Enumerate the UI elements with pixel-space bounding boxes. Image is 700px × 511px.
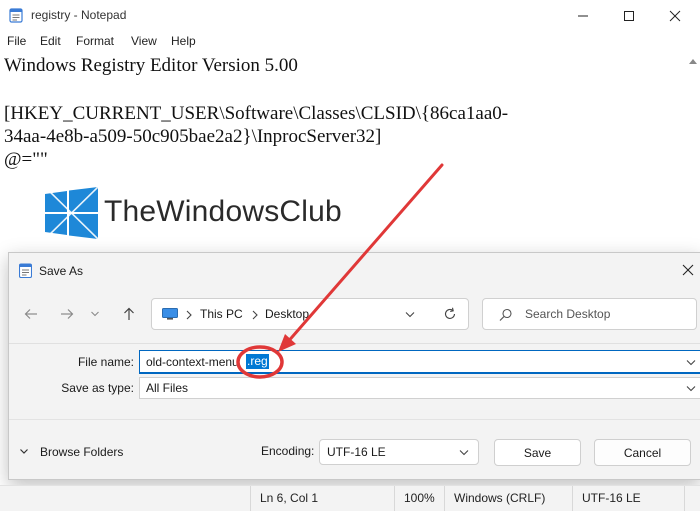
file-name-input[interactable]: old-context-menu .reg [139, 350, 700, 374]
save-as-type-value: All Files [146, 381, 189, 395]
chevron-down-icon [91, 311, 99, 317]
window-title: registry - Notepad [31, 8, 127, 22]
status-position: Ln 6, Col 1 [250, 486, 394, 511]
scroll-up-icon[interactable] [686, 55, 700, 69]
windows-logo-icon [45, 187, 98, 239]
save-as-type-select[interactable]: All Files [139, 377, 700, 399]
text-line-1: Windows Registry Editor Version 5.00 [4, 55, 298, 76]
this-pc-icon [162, 308, 178, 320]
status-line-ending: Windows (CRLF) [444, 486, 572, 511]
chevron-down-icon[interactable] [404, 311, 416, 319]
menu-file[interactable]: File [7, 34, 26, 48]
encoding-label: Encoding: [261, 444, 315, 458]
back-button[interactable] [19, 302, 43, 326]
menu-format[interactable]: Format [76, 34, 114, 48]
save-as-type-label: Save as type: [61, 381, 134, 395]
recent-locations-button[interactable] [87, 302, 103, 326]
menu-view[interactable]: View [131, 34, 157, 48]
up-button[interactable] [117, 302, 141, 326]
breadcrumb-desktop[interactable]: Desktop [265, 307, 309, 321]
close-icon [682, 264, 694, 276]
cancel-button[interactable]: Cancel [594, 439, 691, 466]
text-line-4: 34aa-4e8b-a509-50c905bae2a2}\InprocServe… [4, 126, 382, 147]
notepad-icon [19, 263, 32, 278]
refresh-icon[interactable] [443, 307, 457, 321]
arrow-up-icon [124, 307, 134, 320]
chevron-down-icon [686, 386, 696, 392]
chevron-down-icon [459, 450, 469, 456]
save-button[interactable]: Save [494, 439, 581, 466]
close-window-button[interactable] [652, 0, 698, 31]
dialog-close-button[interactable] [675, 257, 700, 283]
close-icon [669, 10, 681, 21]
maximize-icon [624, 10, 634, 21]
dialog-title: Save As [39, 264, 84, 278]
forward-button[interactable] [55, 302, 79, 326]
minimize-icon [578, 15, 588, 16]
text-line-3: [HKEY_CURRENT_USER\Software\Classes\CLSI… [4, 103, 509, 124]
maximize-button[interactable] [606, 0, 652, 31]
address-bar[interactable]: This PC Desktop [151, 298, 469, 330]
arrow-right-icon [61, 309, 74, 319]
text-line-5: @="" [4, 149, 48, 170]
status-encoding: UTF-16 LE [572, 486, 684, 511]
menu-help[interactable]: Help [171, 34, 196, 48]
search-icon [499, 308, 512, 321]
watermark-text: TheWindowsClub [104, 195, 342, 228]
resize-grip[interactable] [684, 486, 700, 511]
search-box[interactable]: Search Desktop [482, 298, 697, 330]
encoding-select[interactable]: UTF-16 LE [319, 439, 479, 465]
save-as-dialog: Save As This PC Desktop Search Desktop F… [8, 252, 700, 480]
status-bar: Ln 6, Col 1 100% Windows (CRLF) UTF-16 L… [0, 485, 700, 511]
chevron-down-icon [20, 449, 28, 454]
chevron-right-icon [186, 310, 192, 320]
chevron-right-icon [252, 310, 258, 320]
notepad-titlebar: registry - Notepad [0, 0, 700, 31]
file-name-label: File name: [77, 355, 134, 369]
file-name-selected-extension: .reg [246, 354, 269, 369]
menu-edit[interactable]: Edit [40, 34, 61, 48]
encoding-value: UTF-16 LE [327, 445, 386, 459]
search-placeholder: Search Desktop [525, 307, 611, 321]
minimize-button[interactable] [560, 0, 606, 31]
browse-folders-label: Browse Folders [40, 445, 124, 459]
file-name-value: old-context-menu [146, 355, 239, 369]
menu-bar: File Edit Format View Help [0, 31, 700, 51]
breadcrumb-this-pc[interactable]: This PC [200, 307, 243, 321]
arrow-left-icon [24, 309, 37, 319]
notepad-icon [9, 8, 23, 23]
chevron-down-icon[interactable] [685, 359, 697, 367]
status-zoom: 100% [394, 486, 444, 511]
